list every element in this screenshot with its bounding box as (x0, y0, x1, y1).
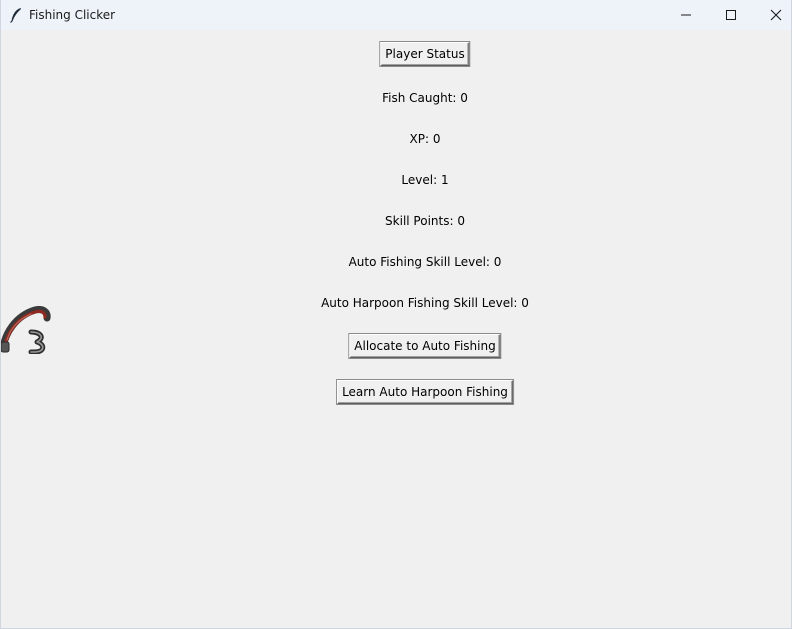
feather-icon (9, 7, 23, 23)
auto-harpoon-skill-label: Auto Harpoon Fishing Skill Level: 0 (321, 296, 529, 310)
main-content: Player Status Fish Caught: 0 XP: 0 Level… (1, 30, 791, 628)
xp-label: XP: 0 (409, 132, 441, 146)
maximize-button[interactable] (708, 0, 754, 30)
auto-fishing-skill-label: Auto Fishing Skill Level: 0 (348, 255, 502, 269)
level-label: Level: 1 (401, 173, 449, 187)
close-button[interactable] (753, 0, 792, 30)
fishing-rod-icon[interactable] (0, 306, 53, 355)
close-icon (770, 9, 782, 21)
maximize-icon (726, 10, 736, 20)
minimize-button[interactable] (663, 0, 709, 30)
skill-points-label: Skill Points: 0 (385, 214, 465, 228)
player-status-button[interactable]: Player Status (380, 42, 470, 66)
app-window: Fishing Clicker Player Status Fish Caugh… (0, 0, 792, 629)
minimize-icon (681, 14, 691, 16)
fish-caught-label: Fish Caught: 0 (382, 91, 468, 105)
allocate-auto-fishing-button[interactable]: Allocate to Auto Fishing (349, 334, 501, 358)
learn-auto-harpoon-button[interactable]: Learn Auto Harpoon Fishing (337, 380, 513, 404)
title-bar[interactable]: Fishing Clicker (1, 0, 791, 30)
window-title: Fishing Clicker (29, 8, 116, 22)
